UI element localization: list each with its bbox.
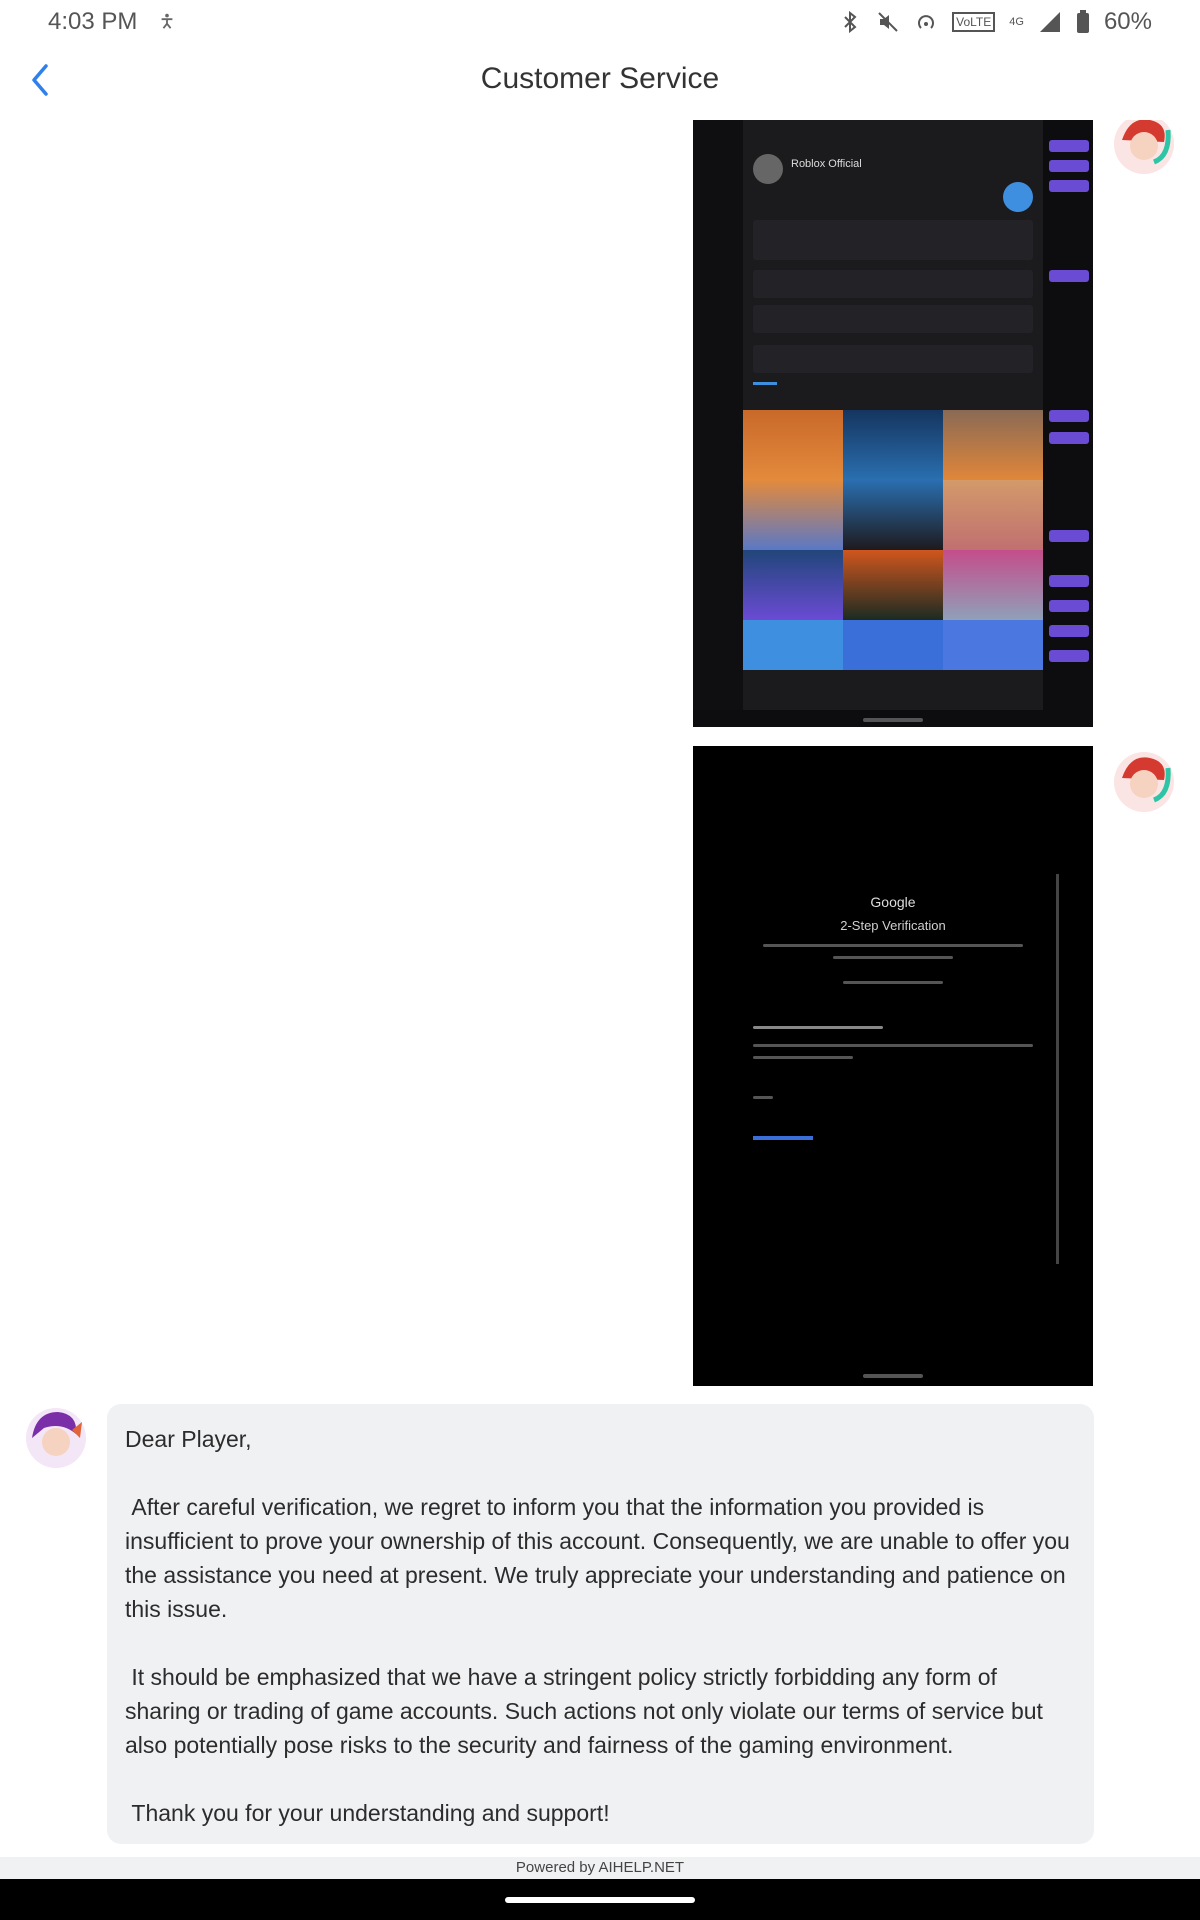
screenshot-google-logo: Google: [870, 894, 916, 910]
volte-icon: VoLTE: [952, 12, 996, 32]
screenshot-row: [753, 305, 1033, 333]
screenshot-left-strip: [693, 120, 743, 710]
hotspot-icon: [918, 15, 935, 29]
screenshot-row: [753, 270, 1033, 298]
game-tile: [843, 550, 943, 620]
game-tile: [943, 620, 1043, 670]
signal-icon: [1039, 12, 1060, 32]
image-message-screenshot-2[interactable]: Google 2-Step Verification: [693, 746, 1093, 1386]
game-tile: [843, 620, 943, 670]
screenshot-row: [753, 220, 1033, 260]
strip-bar: [1049, 575, 1089, 587]
agent-avatar: [26, 1408, 86, 1468]
user-avatar: [1114, 120, 1174, 174]
text-line: [753, 1044, 1033, 1047]
message-paragraph: It should be emphasized that we have a s…: [125, 1664, 1050, 1758]
powered-by-footer: Powered by AIHELP.NET: [0, 1857, 1200, 1879]
strip-bar: [1049, 432, 1089, 444]
screenshot-right-strip: [1043, 120, 1093, 710]
screenshot-profile-panel: Roblox Official: [743, 120, 1043, 710]
text-line: [753, 1056, 853, 1059]
game-tile: [943, 410, 1043, 480]
strip-bar: [1049, 410, 1089, 422]
text-line: [763, 944, 1023, 947]
page-title: Customer Service: [480, 62, 720, 95]
screenshot-home-indicator: [863, 1374, 923, 1378]
game-tile: [743, 620, 843, 670]
strip-bar: [1049, 600, 1089, 612]
text-line: [753, 1096, 773, 1099]
system-nav-bar: [0, 1879, 1200, 1920]
bluetooth-icon: [844, 10, 857, 34]
screenshot-title: 2-Step Verification: [840, 918, 946, 933]
screenshot-scrollbar: [1056, 874, 1059, 1264]
game-tile: [843, 410, 943, 480]
game-tile: [743, 480, 843, 550]
strip-bar: [1049, 270, 1089, 282]
text-line: [833, 956, 953, 959]
agent-message-bubble: Dear Player, After careful verification,…: [107, 1404, 1094, 1844]
chat-list[interactable]: Roblox Official Google 2-Step Verificati…: [0, 120, 1200, 1857]
profile-name: Roblox Official: [791, 158, 862, 170]
user-avatar: [1114, 752, 1174, 812]
strip-bar: [1049, 625, 1089, 637]
network-type-icon: 4G: [1009, 16, 1024, 28]
screenshot-image: Google 2-Step Verification: [693, 746, 1093, 1386]
accessibility-icon: [161, 13, 173, 29]
home-gesture-handle[interactable]: [505, 1897, 695, 1903]
game-tile: [943, 550, 1043, 620]
text-line: [843, 981, 943, 984]
battery-icon: [1076, 10, 1089, 33]
status-bar: 4:03 PM VoLTE 4G 60%: [0, 0, 1200, 44]
status-icons: VoLTE 4G 60%: [838, 8, 1152, 36]
screenshot-image: Roblox Official: [693, 120, 1093, 727]
strip-bar: [1049, 140, 1089, 152]
top-bar: Customer Service: [0, 44, 1200, 120]
game-tile: [743, 550, 843, 620]
screenshot-row: [753, 345, 1033, 373]
message-paragraph: After careful verification, we regret to…: [125, 1494, 1077, 1622]
game-tile: [743, 410, 843, 480]
strip-bar: [1049, 160, 1089, 172]
game-tile: [943, 480, 1043, 550]
mute-icon: [878, 12, 898, 32]
image-message-screenshot-1[interactable]: Roblox Official: [693, 120, 1093, 727]
message-paragraph: Thank you for your understanding and sup…: [125, 1800, 610, 1826]
text-line: [753, 1026, 883, 1029]
screenshot-link: [753, 1136, 813, 1140]
profile-avatar: [753, 154, 783, 184]
tab-indicator: [753, 382, 777, 385]
status-time: 4:03 PM: [48, 8, 138, 35]
strip-bar: [1049, 650, 1089, 662]
message-paragraph: Dear Player,: [125, 1426, 252, 1452]
strip-bar: [1049, 530, 1089, 542]
screenshot-home-indicator: [863, 718, 923, 722]
chat-fab-icon: [1003, 182, 1033, 212]
strip-bar: [1049, 180, 1089, 192]
battery-percent: 60%: [1103, 8, 1152, 35]
game-tile: [843, 480, 943, 550]
